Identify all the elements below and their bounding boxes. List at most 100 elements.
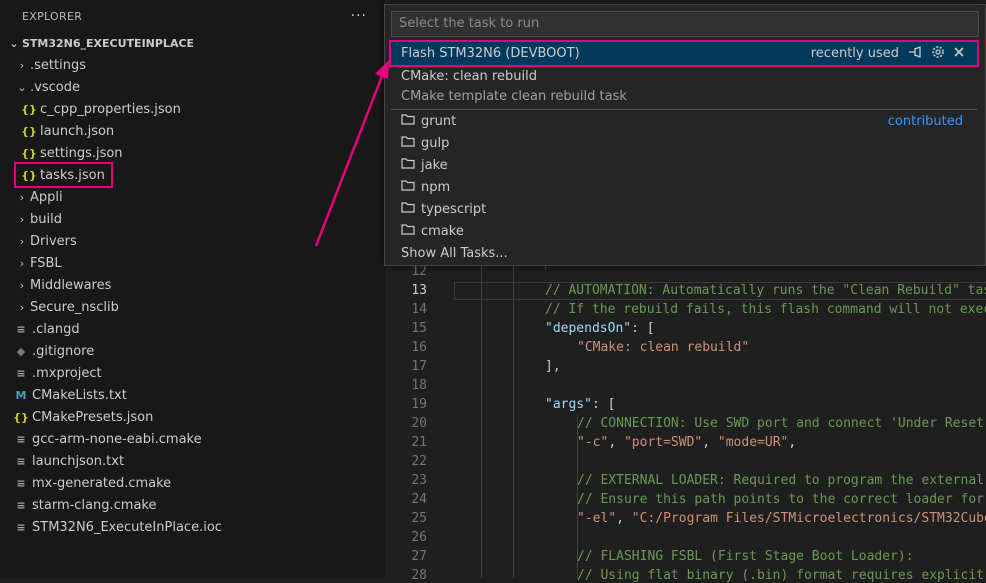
line-number: 21 [411,435,427,450]
tree-item-secure-nsclib[interactable]: › Secure_nsclib [0,296,385,318]
line-number: 28 [411,568,427,583]
code-line: "-el", "C:/Program Files/STMicroelectron… [577,511,986,526]
tree-item-label: launch.json [40,123,115,139]
tree-item-label: .vscode [30,79,80,95]
tree-item-settings-json[interactable]: {} settings.json [0,142,385,164]
provider-item-jake[interactable]: jake [385,154,985,176]
tree-item-label: launchjson.txt [32,453,125,469]
text-file-icon: ≡ [16,432,26,446]
tree-item-label: starm-clang.cmake [32,497,157,513]
text-file-icon: ≡ [16,366,26,380]
tree-item-mxproject[interactable]: ≡ .mxproject [0,362,385,384]
tree-item-label: .clangd [32,321,80,337]
tree-item-c-cpp-properties[interactable]: {} c_cpp_properties.json [0,98,385,120]
code-comment: // CONNECTION: Use SWD port and connect … [577,416,986,431]
chevron-down-icon: ⌄ [17,80,27,94]
tree-item-launchjson-txt[interactable]: ≡ launchjson.txt [0,450,385,472]
line-number: 17 [411,359,427,374]
task-search-input[interactable]: Select the task to run [391,11,979,37]
provider-item-typescript[interactable]: typescript [385,198,985,220]
json-file-icon: {} [21,146,37,160]
json-file-icon: {} [21,124,37,138]
chevron-right-icon: › [19,212,25,226]
code-line: "dependsOn": [ [545,321,655,336]
tree-item-label: build [30,211,62,227]
provider-item-gulp[interactable]: gulp [385,132,985,154]
tree-item-build[interactable]: › build [0,208,385,230]
recently-used-label: recently used [810,46,899,61]
text-file-icon: ≡ [16,498,26,512]
code-punct: : [ [591,397,616,412]
provider-item-npm[interactable]: npm [385,176,985,198]
tree-item-fsbl[interactable]: › FSBL [0,252,385,274]
tree-item-tasks-json[interactable]: {} tasks.json [0,162,385,188]
line-number: 22 [411,454,427,469]
line-number: 12 [411,264,427,279]
folder-icon [401,135,421,151]
tree-item-label: CMakeLists.txt [32,387,127,403]
line-number: 16 [411,340,427,355]
code-string: "-el" [577,511,617,526]
tree-item-label: .settings [30,57,86,73]
tree-item-label: Middlewares [30,277,112,293]
tree-item-label: tasks.json [40,167,105,183]
provider-item-grunt[interactable]: grunt contributed [385,110,985,132]
workspace-root[interactable]: ⌄ STM32N6_EXECUTEINPLACE [0,32,385,54]
tree-item-label: FSBL [30,255,62,271]
folder-icon [401,179,421,195]
folder-icon [401,201,421,217]
more-actions-icon[interactable]: ··· [351,8,367,24]
chevron-right-icon: › [19,58,25,72]
git-file-icon: ◆ [16,344,26,358]
tree-item-cmakepresets[interactable]: {} CMakePresets.json [0,406,385,428]
tree-item-appli[interactable]: › Appli [0,186,385,208]
tree-item-launch-json[interactable]: {} launch.json [0,120,385,142]
tree-item-vscode-folder[interactable]: ⌄ .vscode [0,76,385,98]
task-item-clean-rebuild[interactable]: CMake: clean rebuild [385,65,985,87]
close-icon[interactable] [953,46,965,62]
line-number: 14 [411,302,427,317]
code-comment: // If the rebuild fails, this flash comm… [545,302,986,317]
tree-item-middlewares[interactable]: › Middlewares [0,274,385,296]
show-all-label: Show All Tasks... [401,245,508,261]
chevron-right-icon: › [19,234,25,248]
tree-item-starm-clang[interactable]: ≡ starm-clang.cmake [0,494,385,516]
gear-icon[interactable] [931,45,945,63]
code-comment: // EXTERNAL LOADER: Required to program … [577,473,986,488]
code-comment: // Ensure this path points to the correc… [577,492,986,507]
tree-item-mx-generated[interactable]: ≡ mx-generated.cmake [0,472,385,494]
provider-label: cmake [421,223,464,239]
code-string: "mode=UR" [717,435,789,450]
explorer-title: EXPLORER [22,9,83,23]
contributed-label: contributed [887,113,963,129]
text-file-icon: ≡ [16,476,26,490]
tree-item-ioc[interactable]: ≡ STM32N6_ExecuteInPlace.ioc [0,516,385,538]
tree-item-gcc-cmake[interactable]: ≡ gcc-arm-none-eabi.cmake [0,428,385,450]
tree-item-drivers[interactable]: › Drivers [0,230,385,252]
text-file-icon: ≡ [16,520,26,534]
tasks-json-highlight: {} tasks.json [14,162,113,188]
tree-item-label: gcc-arm-none-eabi.cmake [32,431,202,447]
line-number: 15 [411,321,427,336]
tree-item-label: mx-generated.cmake [32,475,172,491]
pin-icon[interactable] [907,45,923,63]
task-item-actions: recently used [811,45,965,63]
json-file-icon: {} [21,102,37,116]
cmake-file-icon: M [15,388,27,402]
line-number: 23 [411,473,427,488]
provider-item-cmake[interactable]: cmake [385,220,985,242]
code-punct: ], [545,359,561,374]
task-item-flash-devboot[interactable]: Flash STM32N6 (DEVBOOT) recently used [389,40,979,67]
tree-item-label: Secure_nsclib [30,299,119,315]
line-number: 18 [411,378,427,393]
tree-item-clangd[interactable]: ≡ .clangd [0,318,385,340]
explorer-sidebar: EXPLORER ··· ⌄ STM32N6_EXECUTEINPLACE › … [0,0,385,578]
tree-item-label: .gitignore [32,343,95,359]
code-comment: // AUTOMATION: Automatically runs the "C… [545,283,986,298]
tree-item-label: Drivers [30,233,77,249]
json-key: "dependsOn" [545,321,632,336]
show-all-tasks[interactable]: Show All Tasks... [385,242,985,264]
tree-item-gitignore[interactable]: ◆ .gitignore [0,340,385,362]
tree-item-settings-folder[interactable]: › .settings [0,54,385,76]
tree-item-cmakelists[interactable]: M CMakeLists.txt [0,384,385,406]
